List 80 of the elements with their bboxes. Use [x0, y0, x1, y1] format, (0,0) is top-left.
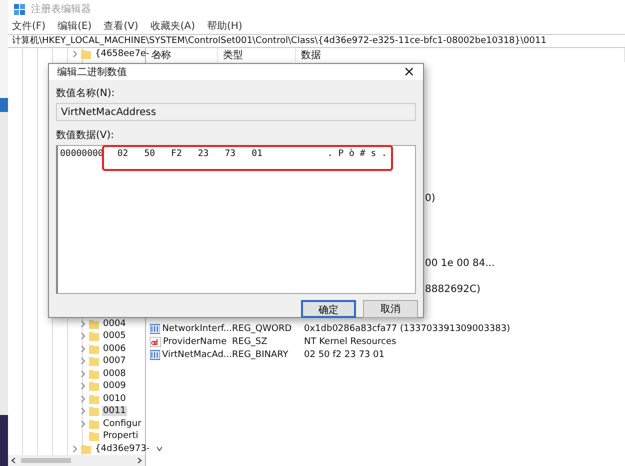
menu-item[interactable]: 查看(V) [104, 19, 138, 33]
expand-chevron-icon[interactable] [80, 370, 86, 378]
folder-icon [89, 418, 99, 429]
value-name-cell[interactable]: NetworkInterf... [150, 324, 232, 334]
close-button[interactable]: × [403, 64, 415, 80]
folder-icon [89, 318, 99, 329]
scrollbar-thumb[interactable] [21, 458, 71, 463]
binary-value-icon [150, 324, 160, 334]
menu-item[interactable]: 收藏夹(A) [150, 19, 195, 33]
scroll-right-icon[interactable] [137, 457, 142, 464]
window-title: 注册表编辑器 [31, 2, 91, 16]
registry-app-icon [14, 4, 25, 14]
type-cell-text: REG_SZ [232, 336, 268, 346]
offset-text: 00000000 [60, 149, 104, 159]
byte-text: 01 [252, 149, 262, 159]
type-cell-text: REG_QWORD [232, 324, 293, 334]
type-cell-text: REG_BINARY [232, 350, 290, 360]
value-name-cell[interactable]: ProviderName [150, 336, 232, 346]
expand-chevron-icon[interactable] [72, 50, 78, 58]
tree-item[interactable]: 0006 [102, 344, 127, 354]
tree-item[interactable]: 0011 [102, 406, 127, 416]
folder-icon [89, 331, 99, 342]
ascii-text: . P ò # s . [327, 149, 387, 159]
expand-chevron-icon[interactable] [80, 320, 86, 328]
dialog-button[interactable]: 取消 [363, 300, 418, 318]
field-label: 数值名称(N): [56, 87, 116, 100]
field-label: 数值数据(V): [56, 129, 116, 142]
tree-item[interactable]: 0005 [102, 331, 127, 342]
dialog-title: 编辑二进制数值 [57, 66, 127, 79]
data-cell-text: NT Kernel Resources [304, 336, 398, 346]
folder-icon [89, 394, 99, 404]
expand-chevron-icon[interactable] [80, 344, 86, 353]
tree-item[interactable]: Properti [102, 431, 140, 442]
folder-icon [89, 356, 99, 366]
value-name-field[interactable]: VirtNetMacAddress [56, 103, 416, 121]
byte-text: 73 [224, 149, 236, 159]
byte-text: 02 [117, 149, 128, 159]
address-bar[interactable]: 计算机\HKEY_LOCAL_MACHINE\SYSTEM\ControlSet001\Control\Class\{4d36e972-e325-11ce-bfc1-08002be10318}\0011 [8, 34, 625, 48]
folder-icon [89, 406, 99, 416]
tree-item[interactable]: 0008 [102, 368, 127, 379]
folder-icon [89, 368, 99, 379]
byte-text: 50 [144, 149, 156, 159]
folder-icon [81, 444, 91, 454]
expand-chevron-icon[interactable] [72, 444, 78, 453]
menu-item[interactable]: 文件(F) [12, 19, 46, 33]
menu-item[interactable]: 编辑(E) [58, 19, 92, 33]
tree-item[interactable]: {4d36e973- [94, 444, 151, 454]
column-header[interactable]: 类型 [218, 48, 296, 62]
expand-chevron-icon[interactable] [80, 394, 86, 403]
data-cell: 0) [425, 193, 436, 204]
column-header[interactable]: 数据 [296, 48, 625, 62]
binary-value-icon [150, 350, 160, 360]
byte-text: 23 [198, 149, 209, 159]
folder-icon [89, 344, 99, 354]
column-header[interactable]: 名称 [146, 48, 218, 62]
scroll-down-icon[interactable] [156, 446, 163, 452]
hex-editor[interactable]: 00000000 02 50 F2 23 73 01 . P ò # s . [56, 145, 416, 294]
tree-item[interactable]: 0009 [102, 381, 127, 392]
folder-icon [89, 431, 99, 442]
tree-item[interactable]: 0010 [102, 394, 127, 404]
scroll-left-icon[interactable] [11, 457, 16, 464]
data-cell-text: 02 50 f2 23 73 01 [304, 350, 386, 360]
tree-item[interactable]: 0007 [102, 356, 127, 366]
folder-icon [89, 381, 99, 392]
dialog-button[interactable]: 确定 [301, 300, 356, 318]
data-cell-text: 0x1db0286a83cfa77 (133703391309003383) [304, 324, 512, 334]
expand-chevron-icon[interactable] [80, 407, 86, 416]
expand-chevron-icon[interactable] [80, 420, 86, 428]
tree-item[interactable]: Configur [102, 418, 142, 429]
data-cell: 8882692C) [425, 284, 480, 295]
data-cell: 00 1e 00 84... [425, 258, 495, 269]
expand-chevron-icon[interactable] [80, 332, 86, 340]
expand-chevron-icon[interactable] [80, 357, 86, 366]
expand-chevron-icon[interactable] [80, 382, 86, 390]
folder-icon [81, 49, 91, 60]
value-name-cell[interactable]: VirtNetMacAd... [150, 350, 232, 360]
string-value-icon [150, 336, 161, 346]
byte-text: F2 [171, 149, 182, 159]
menu-item[interactable]: 帮助(H) [207, 19, 242, 33]
tree-item[interactable]: 0004 [102, 318, 127, 329]
